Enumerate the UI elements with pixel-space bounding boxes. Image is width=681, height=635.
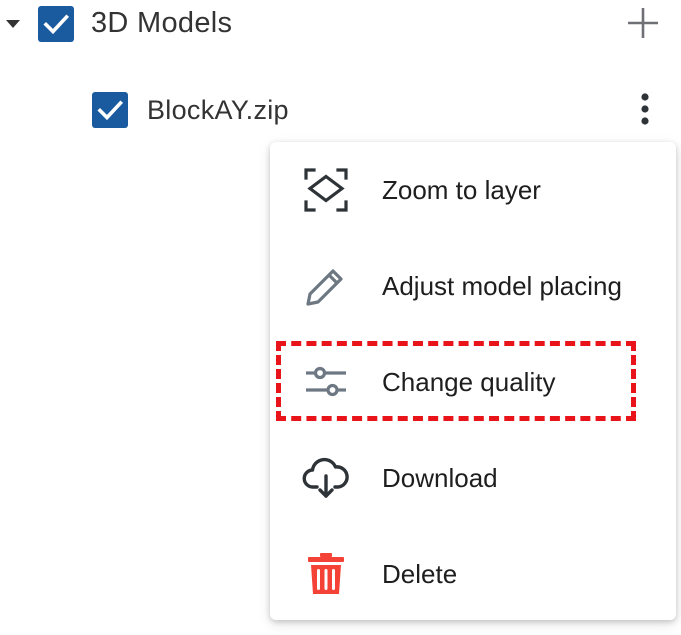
cloud-download-icon: [300, 452, 352, 504]
menu-item-adjust-model-placing[interactable]: Adjust model placing: [270, 238, 676, 334]
sliders-icon: [300, 356, 352, 408]
pencil-icon: [300, 260, 352, 312]
zoom-to-layer-icon: [300, 164, 352, 216]
menu-item-label: Delete: [382, 559, 458, 589]
group-label[interactable]: 3D Models: [91, 3, 232, 43]
plus-icon[interactable]: [622, 2, 664, 44]
layer-label[interactable]: BlockAY.zip: [147, 90, 289, 130]
layer-panel: 3D Models BlockAY.zip Zoom to layer Adju…: [0, 0, 681, 635]
trash-icon: [300, 548, 352, 600]
more-vertical-icon[interactable]: [628, 88, 662, 132]
menu-item-label: Change quality: [382, 367, 556, 397]
menu-item-delete[interactable]: Delete: [270, 526, 676, 622]
menu-item-zoom-to-layer[interactable]: Zoom to layer: [270, 142, 676, 238]
layer-checkbox[interactable]: [92, 92, 128, 128]
group-checkbox[interactable]: [38, 6, 74, 42]
menu-item-label: Adjust model placing: [382, 271, 622, 301]
menu-item-label: Download: [382, 463, 498, 493]
layer-context-menu: Zoom to layer Adjust model placing Chang…: [270, 142, 676, 620]
caret-down-icon[interactable]: [4, 15, 22, 33]
menu-item-label: Zoom to layer: [382, 175, 541, 205]
menu-item-change-quality[interactable]: Change quality: [270, 334, 676, 430]
menu-item-download[interactable]: Download: [270, 430, 676, 526]
